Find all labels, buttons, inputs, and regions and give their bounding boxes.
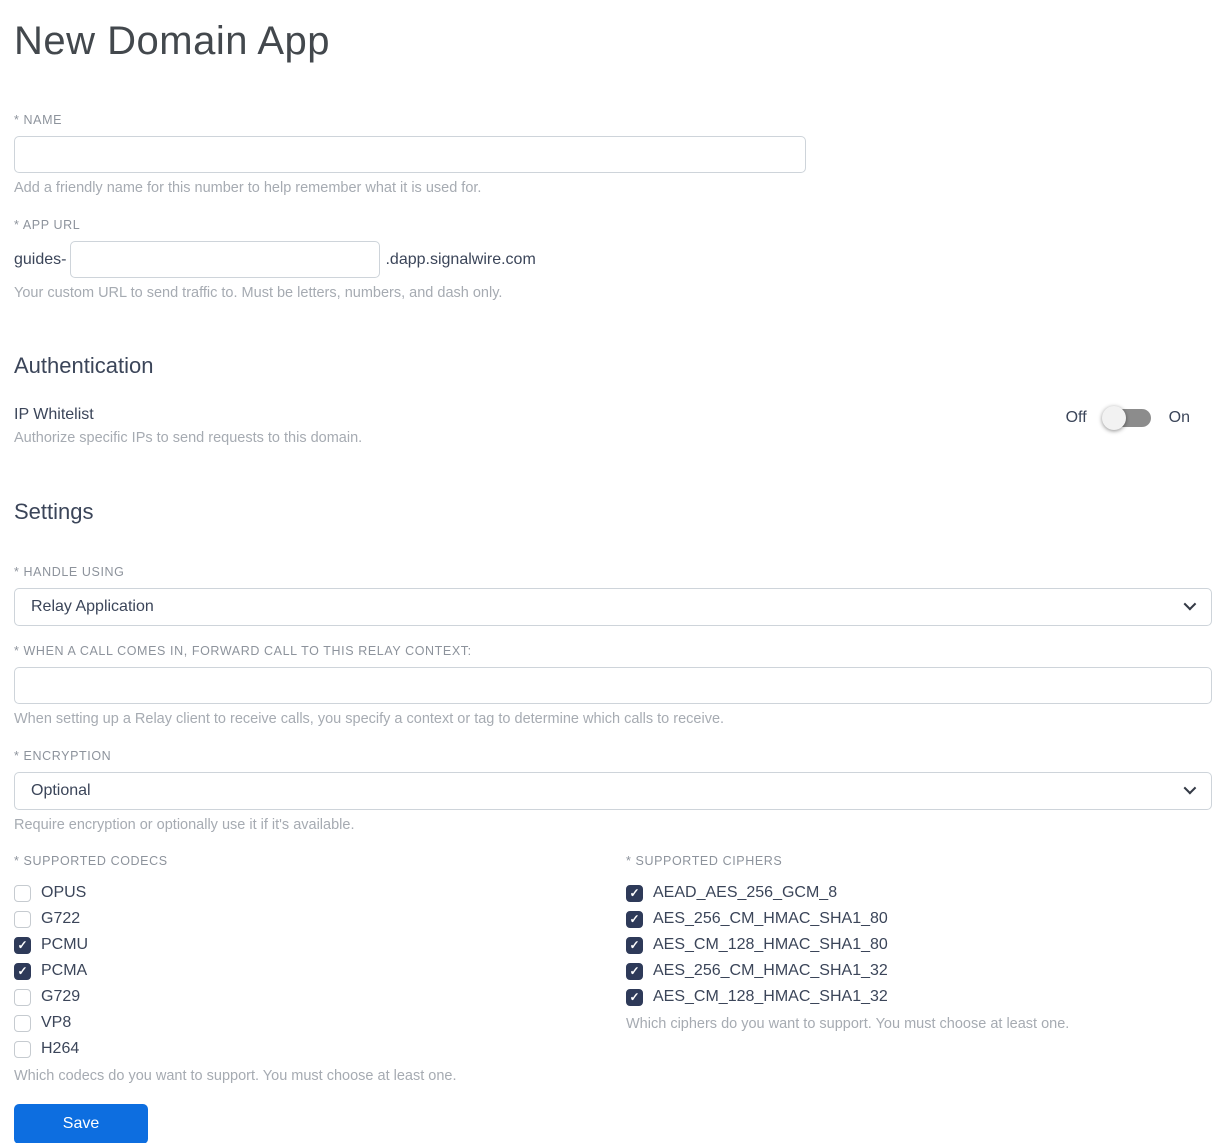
supported-ciphers-group: * SUPPORTED CIPHERS AEAD_AES_256_GCM_8 A… xyxy=(626,854,1212,1033)
ip-whitelist-label: IP Whitelist xyxy=(14,406,94,423)
ip-whitelist-row: IP Whitelist Authorize specific IPs to s… xyxy=(14,405,1212,447)
supported-codecs-group: * SUPPORTED CODECS OPUS G722 ✓ PCMU ✓ PC… xyxy=(14,854,626,1085)
checkbox-icon[interactable] xyxy=(626,884,643,902)
codec-checkbox-row[interactable]: PCMU xyxy=(14,932,626,958)
app-url-field-group: * APP URL guides- .dapp.signalwire.com Y… xyxy=(14,218,1212,302)
toggle-switch-icon[interactable] xyxy=(1101,406,1151,430)
checkbox-icon[interactable] xyxy=(14,936,31,954)
encryption-label: * ENCRYPTION xyxy=(14,749,112,763)
cipher-checkbox-row[interactable]: AES_CM_128_HMAC_SHA1_80 xyxy=(626,932,1212,958)
cipher-label: AES_CM_128_HMAC_SHA1_80 xyxy=(653,936,888,953)
codec-checkbox-row[interactable]: PCMA xyxy=(14,958,626,984)
supported-codecs-label: * SUPPORTED CODECS xyxy=(14,854,168,868)
relay-context-helper: When setting up a Relay client to receiv… xyxy=(14,711,725,727)
encryption-group: * ENCRYPTION Optional Require encryption… xyxy=(14,749,1212,834)
encryption-selected-value: Optional xyxy=(31,782,91,799)
ip-whitelist-toggle[interactable]: Off On xyxy=(1065,406,1190,430)
codec-checkbox-row[interactable]: H264 xyxy=(14,1036,626,1062)
checkbox-icon[interactable] xyxy=(626,910,643,928)
checkbox-icon[interactable] xyxy=(626,988,643,1006)
app-url-row: guides- .dapp.signalwire.com xyxy=(14,241,1212,278)
codec-label: VP8 xyxy=(41,1014,72,1031)
app-url-suffix: .dapp.signalwire.com xyxy=(385,250,536,268)
supported-codecs-helper: Which codecs do you want to support. You… xyxy=(14,1068,457,1084)
cipher-label: AEAD_AES_256_GCM_8 xyxy=(653,884,838,901)
ip-whitelist-helper: Authorize specific IPs to send requests … xyxy=(14,430,363,446)
codec-label: PCMA xyxy=(41,962,88,979)
settings-heading: Settings xyxy=(14,499,94,524)
handle-using-select[interactable]: Relay Application xyxy=(14,588,1212,626)
codec-label: PCMU xyxy=(41,936,89,953)
checkbox-icon[interactable] xyxy=(14,988,31,1006)
codecs-checkbox-list: OPUS G722 PCMU PCMA xyxy=(14,880,626,1062)
cipher-label: AES_256_CM_HMAC_SHA1_80 xyxy=(653,910,888,927)
handle-using-selected-value: Relay Application xyxy=(31,598,154,615)
checkbox-icon[interactable] xyxy=(14,884,31,902)
cipher-checkbox-row[interactable]: AEAD_AES_256_GCM_8 xyxy=(626,880,1212,906)
checkbox-icon[interactable] xyxy=(626,962,643,980)
relay-context-group: * WHEN A CALL COMES IN, FORWARD CALL TO … xyxy=(14,644,1212,728)
name-field-helper: Add a friendly name for this number to h… xyxy=(14,180,482,196)
encryption-select[interactable]: Optional xyxy=(14,772,1212,810)
name-field-label: * NAME xyxy=(14,113,63,127)
handle-using-group: * HANDLE USING Relay Application xyxy=(14,565,1212,626)
codec-label: H264 xyxy=(41,1040,80,1057)
ip-whitelist-text: IP Whitelist Authorize specific IPs to s… xyxy=(14,405,362,447)
checkbox-icon[interactable] xyxy=(626,936,643,954)
cipher-label: AES_CM_128_HMAC_SHA1_32 xyxy=(653,988,888,1005)
page-title: New Domain App xyxy=(14,19,331,63)
supported-ciphers-helper: Which ciphers do you want to support. Yo… xyxy=(626,1016,1070,1032)
codec-label: G722 xyxy=(41,910,81,927)
app-url-field-helper: Your custom URL to send traffic to. Must… xyxy=(14,285,503,301)
app-url-prefix: guides- xyxy=(14,250,67,268)
app-url-input[interactable] xyxy=(70,241,381,278)
handle-using-label: * HANDLE USING xyxy=(14,565,125,579)
cipher-label: AES_256_CM_HMAC_SHA1_32 xyxy=(653,962,888,979)
toggle-off-label: Off xyxy=(1065,409,1087,426)
cipher-checkbox-row[interactable]: AES_CM_128_HMAC_SHA1_32 xyxy=(626,984,1212,1010)
codec-checkbox-row[interactable]: G722 xyxy=(14,906,626,932)
toggle-thumb[interactable] xyxy=(1101,406,1126,430)
relay-context-input[interactable] xyxy=(14,667,1212,704)
checkbox-icon[interactable] xyxy=(14,910,31,928)
relay-context-label: * WHEN A CALL COMES IN, FORWARD CALL TO … xyxy=(14,644,472,658)
codec-label: G729 xyxy=(41,988,81,1005)
ciphers-checkbox-list: AEAD_AES_256_GCM_8 AES_256_CM_HMAC_SHA1_… xyxy=(626,880,1212,1010)
supported-ciphers-label: * SUPPORTED CIPHERS xyxy=(626,854,783,868)
cipher-checkbox-row[interactable]: AES_256_CM_HMAC_SHA1_32 xyxy=(626,958,1212,984)
checkbox-icon[interactable] xyxy=(14,962,31,980)
codec-checkbox-row[interactable]: OPUS xyxy=(14,880,626,906)
name-input[interactable] xyxy=(14,136,806,173)
codec-checkbox-row[interactable]: G729 xyxy=(14,984,626,1010)
codec-checkbox-row[interactable]: VP8 xyxy=(14,1010,626,1036)
new-domain-app-form: New Domain App * NAME Add a friendly nam… xyxy=(0,0,1230,1143)
toggle-on-label: On xyxy=(1168,409,1190,426)
encryption-helper: Require encryption or optionally use it … xyxy=(14,817,355,833)
codec-label: OPUS xyxy=(41,884,87,901)
save-button[interactable]: Save xyxy=(14,1104,148,1143)
cipher-checkbox-row[interactable]: AES_256_CM_HMAC_SHA1_80 xyxy=(626,906,1212,932)
app-url-field-label: * APP URL xyxy=(14,218,81,232)
checkbox-icon[interactable] xyxy=(14,1014,31,1032)
codecs-ciphers-columns: * SUPPORTED CODECS OPUS G722 ✓ PCMU ✓ PC… xyxy=(14,854,1212,1085)
chevron-down-icon xyxy=(1183,597,1197,610)
name-field-group: * NAME Add a friendly name for this numb… xyxy=(14,113,1212,197)
chevron-down-icon xyxy=(1183,781,1197,794)
checkbox-icon[interactable] xyxy=(14,1040,31,1058)
authentication-heading: Authentication xyxy=(14,353,154,378)
